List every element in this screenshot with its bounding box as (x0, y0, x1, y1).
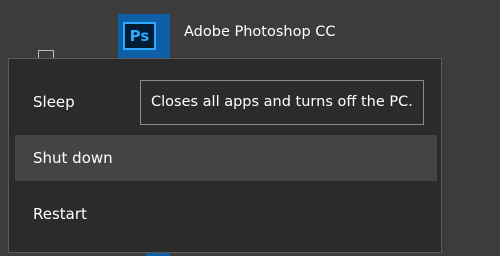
shut-down-tooltip: Closes all apps and turns off the PC. (140, 80, 424, 125)
start-menu-backdrop: Ps Adobe Photoshop CC Sleep Shut down Re… (0, 0, 500, 256)
photoshop-icon: Ps (123, 22, 156, 50)
menu-item-restart[interactable]: Restart (15, 191, 437, 237)
menu-item-shut-down[interactable]: Shut down (15, 135, 437, 181)
app-name-label[interactable]: Adobe Photoshop CC (184, 24, 336, 40)
